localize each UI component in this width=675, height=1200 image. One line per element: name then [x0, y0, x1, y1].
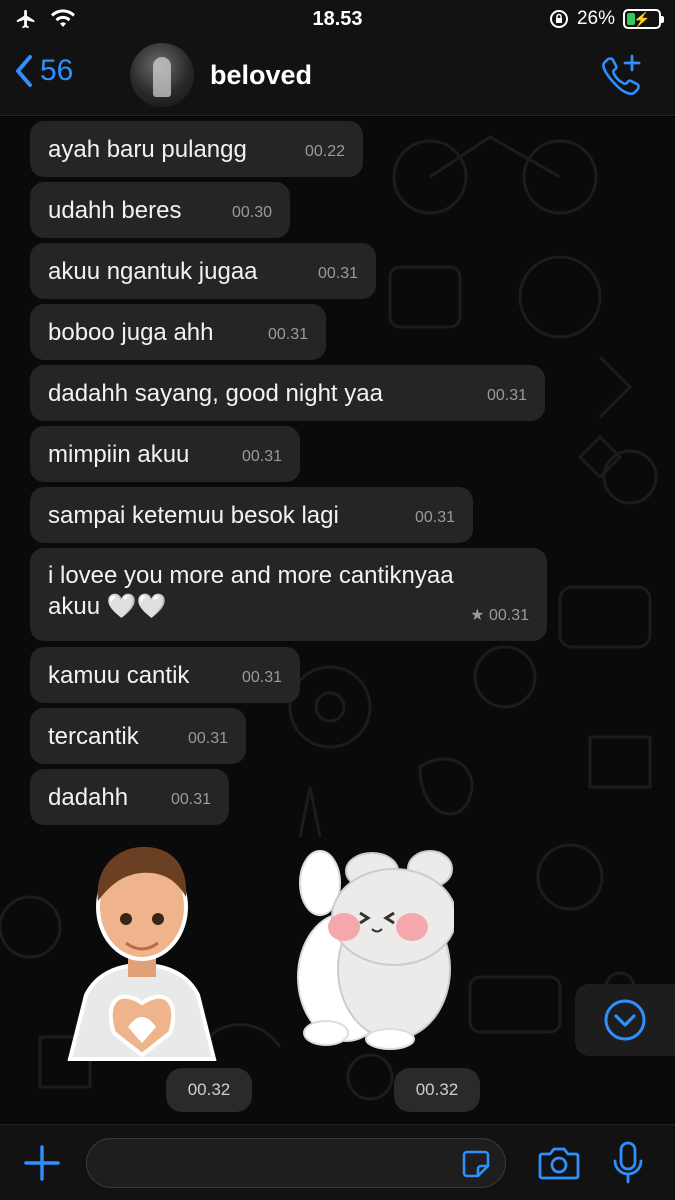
message-time: 00.31: [241, 448, 282, 465]
unread-count: 56: [40, 54, 74, 87]
message-bubble[interactable]: sampai ketemuu besok lagi 00.31: [30, 487, 473, 543]
message-bubble[interactable]: akuu ngantuk jugaa 00.31: [30, 243, 376, 299]
message-text: kamuu cantik: [48, 662, 190, 689]
message-bubble[interactable]: udahh beres 00.30: [30, 182, 290, 238]
plus-icon: [24, 1145, 60, 1181]
contact-avatar[interactable]: [130, 43, 194, 107]
message-text: tercantik: [48, 723, 139, 750]
memoji-heart-hands-sticker[interactable]: [64, 837, 220, 1061]
scroll-to-bottom-button[interactable]: [575, 984, 675, 1056]
back-button[interactable]: 56: [14, 54, 73, 88]
message-text: ayah baru pulangg: [48, 136, 247, 163]
message-time: 00.31: [486, 387, 527, 404]
message-text: dadahh sayang, good night yaa: [48, 380, 383, 407]
status-bar: 18.53 26% ⚡: [0, 0, 675, 40]
message-text: sampai ketemuu besok lagi: [48, 502, 339, 529]
message-text: i lovee you more and more cantiknyaa aku…: [48, 562, 454, 620]
message-bubble[interactable]: tercantik 00.31: [30, 708, 246, 764]
message-text: boboo juga ahh: [48, 319, 214, 346]
message-time: 00.31: [241, 669, 282, 686]
message-bubble[interactable]: kamuu cantik 00.31: [30, 647, 300, 703]
chevron-down-circle-icon: [604, 999, 646, 1041]
attach-button[interactable]: [22, 1143, 62, 1189]
message-text: akuu ngantuk jugaa: [48, 258, 258, 285]
message-time: 00.31: [317, 265, 358, 282]
message-bubble[interactable]: mimpiin akuu 00.31: [30, 426, 300, 482]
microphone-icon[interactable]: [612, 1141, 644, 1185]
message-text: dadahh: [48, 784, 129, 811]
message-bubble-starred[interactable]: i lovee you more and more cantiknyaa aku…: [30, 548, 547, 641]
message-time: 00.30: [231, 204, 272, 221]
message-time: 00.22: [304, 143, 345, 160]
chat-header: 56 beloved: [0, 40, 675, 116]
bunny-hug-sticker[interactable]: [290, 847, 454, 1051]
battery-percent: 26%: [576, 8, 615, 29]
contact-name[interactable]: beloved: [210, 60, 312, 91]
message-time: ★ 00.31: [470, 607, 529, 624]
message-time: 00.31: [170, 791, 211, 808]
message-input[interactable]: [86, 1138, 506, 1188]
message-text: mimpiin akuu: [48, 441, 190, 468]
message-bubble[interactable]: ayah baru pulangg 00.22: [30, 121, 363, 177]
message-bubble[interactable]: boboo juga ahh 00.31: [30, 304, 326, 360]
add-call-icon[interactable]: [599, 54, 645, 98]
message-text: udahh beres: [48, 197, 182, 224]
battery-icon: ⚡: [623, 9, 664, 29]
sticker-time: 00.32: [166, 1068, 252, 1112]
message-bubble[interactable]: dadahh 00.31: [30, 769, 229, 825]
message-time: 00.31: [414, 509, 455, 526]
message-time: 00.31: [187, 730, 228, 747]
message-bubble[interactable]: dadahh sayang, good night yaa 00.31: [30, 365, 545, 421]
message-time: 00.31: [267, 326, 308, 343]
message-composer: [0, 1124, 675, 1200]
sticker-time: 00.32: [394, 1068, 480, 1112]
chat-area[interactable]: ayah baru pulangg 00.22 udahh beres 00.3…: [0, 117, 675, 1124]
orientation-lock-icon: [549, 10, 568, 28]
camera-icon[interactable]: [538, 1145, 580, 1181]
chevron-left-icon: [16, 55, 32, 87]
sticker-icon[interactable]: [461, 1149, 491, 1179]
